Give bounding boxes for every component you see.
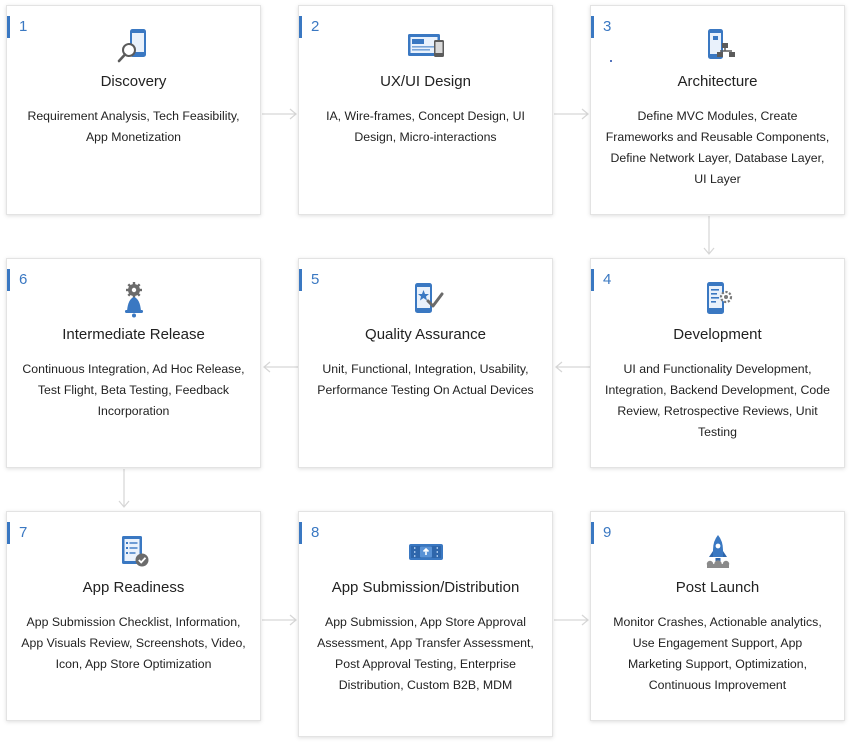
step-description: App Submission, App Store Approval Asses…: [317, 615, 534, 692]
phone-sitemap-icon: [698, 26, 738, 66]
phone-gear-icon: [698, 279, 738, 319]
connector-7-8: [262, 614, 297, 626]
step-card-development: 4 Development UI and Functionality Devel…: [590, 258, 845, 468]
step-number: 9: [591, 522, 611, 544]
upload-device-icon: [406, 532, 446, 572]
step-number: 2: [299, 16, 319, 38]
step-title: Intermediate Release: [62, 326, 205, 343]
step-number: 5: [299, 269, 319, 291]
step-card-intermediate-release: 6 Intermediate Release Continuous Integr…: [6, 258, 261, 468]
phone-star-check-icon: [406, 279, 446, 319]
step-number: 1: [7, 16, 27, 38]
step-card-post-launch: 9 Post Launch Monitor Crashes, Actionabl…: [590, 511, 845, 721]
connector-8-9: [554, 614, 589, 626]
step-number: 4: [591, 269, 611, 291]
step-description: Unit, Functional, Integration, Usability…: [317, 362, 534, 397]
step-description: Define MVC Modules, Create Frameworks an…: [605, 109, 830, 186]
step-title: Quality Assurance: [365, 326, 486, 343]
connector-3-4: [703, 216, 715, 255]
step-description: UI and Functionality Development, Integr…: [605, 362, 830, 439]
step-card-architecture: 3 Architecture Define MVC Modules, Creat…: [590, 5, 845, 215]
stray-dot: [610, 60, 612, 62]
step-number: 6: [7, 269, 27, 291]
step-card-app-submission-distribution: 8 App Submission/Distribution App Submis…: [298, 511, 553, 737]
step-card-quality-assurance: 5 Quality Assurance Unit, Functional, In…: [298, 258, 553, 468]
step-description: App Submission Checklist, Information, A…: [21, 615, 246, 671]
connector-2-3: [554, 108, 589, 120]
step-title: Discovery: [100, 73, 167, 90]
step-card-discovery: 1 Discovery Requirement Analysis, Tech F…: [6, 5, 261, 215]
step-description: IA, Wire-frames, Concept Design, UI Desi…: [326, 109, 525, 144]
step-description: Monitor Crashes, Actionable analytics, U…: [613, 615, 822, 692]
step-description: Requirement Analysis, Tech Feasibility, …: [27, 109, 240, 144]
step-title: UX/UI Design: [380, 73, 471, 90]
bell-gear-icon: [114, 279, 154, 319]
step-card-ux-ui-design: 2 UX/UI Design IA, Wire-frames, Concept …: [298, 5, 553, 215]
step-title: App Submission/Distribution: [331, 579, 520, 596]
phone-search-icon: [114, 26, 154, 66]
step-title: Architecture: [677, 73, 758, 90]
step-card-app-readiness: 7 App Readiness App Submission Checklist…: [6, 511, 261, 721]
connector-1-2: [262, 108, 297, 120]
checklist-icon: [114, 532, 154, 572]
connector-6-7: [118, 469, 130, 508]
step-number: 7: [7, 522, 27, 544]
step-number: 3: [591, 16, 611, 38]
connector-5-6: [263, 361, 298, 373]
step-number: 8: [299, 522, 319, 544]
step-title: App Readiness: [82, 579, 185, 596]
step-title: Development: [673, 326, 762, 343]
connector-4-5: [555, 361, 590, 373]
rocket-launch-icon: [698, 532, 738, 572]
step-description: Continuous Integration, Ad Hoc Release, …: [22, 362, 245, 418]
step-title: Post Launch: [675, 579, 760, 596]
wireframe-screens-icon: [406, 26, 446, 66]
